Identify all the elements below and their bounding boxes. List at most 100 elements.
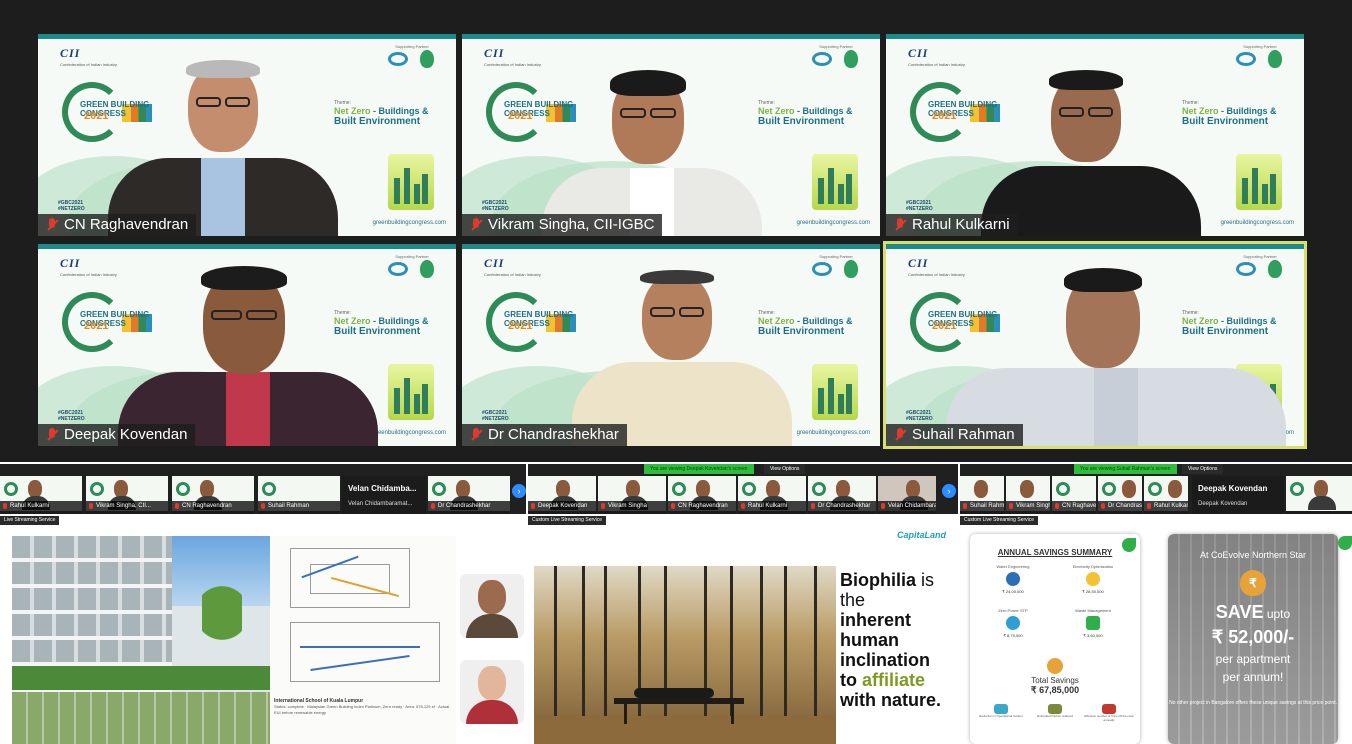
screen-share-panel-3: You are viewing Suhail Rahman's screen V…: [960, 464, 1352, 744]
leaf-icon: [1338, 536, 1352, 550]
thumbnail[interactable]: Vikram Singha: [598, 476, 666, 514]
live-streaming-menu[interactable]: Custom Live Streaming Service: [528, 516, 607, 525]
thumbnail[interactable]: Vikram Singha, CII...: [86, 476, 168, 514]
participant-name-label: Dr Chandrashekhar: [462, 424, 627, 446]
thumbnail-name: CN Raghavendran: [668, 501, 736, 511]
avatar: [478, 580, 506, 614]
thumbnail[interactable]: Rahul Kulkarni: [1144, 476, 1188, 514]
thumbnail[interactable]: Vikram Singha: [1006, 476, 1050, 514]
thumbnail[interactable]: Dr Chandrashekhar: [428, 476, 510, 514]
savings-label: Waste Management: [1075, 608, 1111, 613]
thumbnail[interactable]: Rahul Kulkarni: [738, 476, 806, 514]
igbc-logo-icon: [844, 50, 858, 68]
video-tile-suhail-rahman[interactable]: CII Confederation of Indian Industry Sup…: [883, 241, 1307, 449]
hashtags: #GBC2021 #NETZERO: [906, 200, 933, 212]
video-tile-dr-chandrashekhar[interactable]: CII Confederation of Indian Industry Sup…: [462, 244, 880, 446]
theme-net-zero: Net Zero: [334, 106, 371, 116]
gbc-logo: GREEN BUILDING CONGRESS 2021: [910, 78, 1000, 146]
active-speaker-name[interactable]: Velan Chidamba... Velan Chidambaramat...: [342, 476, 426, 514]
theme-net-zero: Net Zero: [758, 106, 795, 116]
presenter-video-pip[interactable]: [460, 660, 524, 724]
view-options-button[interactable]: View Options: [1182, 464, 1224, 474]
partner-label: Supporting Partner: [1243, 254, 1277, 259]
theme-built-environment: Built Environment: [334, 116, 421, 127]
hashtag: #NETZERO: [482, 206, 509, 212]
live-streaming-menu[interactable]: Custom Live Streaming Service: [960, 516, 1039, 525]
participant-name: CN Raghavendran: [64, 216, 189, 233]
avatar: [642, 274, 712, 360]
impact-label: Effective number of Cars off the road an…: [1084, 714, 1134, 722]
cii-logo: CII: [484, 256, 505, 270]
impact-label: Embodied Carbon reduced: [1037, 714, 1073, 718]
participant-name: Dr Chandrashekhar: [488, 426, 619, 443]
wgbc-logo-icon: [388, 262, 408, 276]
gbc-logo-icon: [432, 482, 446, 496]
thumbnail[interactable]: CN Raghavendran: [668, 476, 736, 514]
savings-summary-card: ANNUAL SAVINGS SUMMARY Water Engineering…: [970, 534, 1140, 744]
thumbnail-strip: Rahul Kulkarni Vikram Singha, CII... CN …: [0, 464, 526, 514]
speaker-name-text: Velan Chidamba...: [348, 484, 417, 493]
theme-built-environment: Built Environment: [1182, 116, 1269, 127]
partner-logos: Supporting Partner: [806, 44, 866, 74]
promo-upto: upto: [1263, 607, 1291, 621]
theme-net-zero: Net Zero: [1182, 316, 1219, 326]
participant-name-label: Rahul Kulkarni: [886, 214, 1018, 236]
thumbnail[interactable]: CN Raghavendran: [1052, 476, 1096, 514]
partner-logos: Supporting Partner: [1230, 44, 1290, 74]
partner-label: Supporting Partner: [1243, 44, 1277, 49]
promo-fine-print: No other project in Bangalore offers the…: [1169, 700, 1337, 706]
theme-text: Theme: Net Zero - Buildings & Built Envi…: [334, 310, 446, 337]
cii-subtitle: Confederation of Indian Industry: [60, 272, 117, 277]
quote-word: with nature.: [840, 690, 942, 710]
cloud-icon: [994, 704, 1008, 714]
view-options-button[interactable]: View Options: [764, 464, 806, 474]
promo-card: At CoEvolve Northern Star ₹ SAVE upto ₹ …: [1168, 534, 1338, 744]
thumbnail-name: Dr Chandrashekhar: [808, 501, 876, 511]
gbc-year: 2021: [84, 110, 109, 122]
thumbnail[interactable]: Dr Chandrashekhar: [1098, 476, 1142, 514]
wgbc-logo-icon: [812, 262, 832, 276]
avatar: [1168, 480, 1182, 498]
thumbnail[interactable]: Rahul Kulkarni: [0, 476, 82, 514]
video-tile-deepak-kovendan[interactable]: CII Confederation of Indian Industry Sup…: [38, 244, 456, 446]
video-tile-cn-raghavendran[interactable]: CII Confederation of Indian Industry Sup…: [38, 34, 456, 236]
savings-label: Electricity Optimization: [1072, 564, 1114, 569]
website-text: greenbuildingcongress.com: [796, 220, 870, 226]
zoom-meeting-window: CII Confederation of Indian Industry Sup…: [0, 0, 1352, 744]
theme-text: Theme: Net Zero - Buildings & Built Envi…: [1182, 310, 1294, 337]
next-page-arrow-icon[interactable]: ›: [942, 484, 956, 498]
participant-name: Deepak Kovendan: [64, 426, 188, 443]
thumbnail-name: Vikram Singha, CII...: [86, 501, 168, 511]
theme-buildings: - Buildings &: [1218, 316, 1277, 326]
live-streaming-menu[interactable]: Live Streaming Service: [0, 516, 60, 525]
thumbnail[interactable]: Suhail Rahman: [960, 476, 1004, 514]
thumbnail[interactable]: Suhail Rahman: [258, 476, 340, 514]
capitaland-logo: CapitaLand: [896, 530, 946, 540]
theme-net-zero: Net Zero: [334, 316, 371, 326]
total-value: ₹ 67,85,000: [1030, 685, 1080, 695]
thumbnail[interactable]: Velan Chidambaram: [878, 476, 936, 514]
thumbnail[interactable]: CN Raghavendran: [172, 476, 254, 514]
gbc-year: 2021: [932, 320, 957, 332]
thumbnail[interactable]: [1286, 476, 1352, 514]
next-page-arrow-icon[interactable]: ›: [512, 484, 526, 498]
hashtag: #NETZERO: [906, 206, 933, 212]
savings-value: ₹ 8,75,000: [1003, 633, 1023, 638]
gbc-logo-icon: [1056, 482, 1070, 496]
gbc-logo: GREEN BUILDING CONGRESS 2021: [486, 78, 576, 146]
wgbc-logo-icon: [1236, 52, 1256, 66]
theme-buildings: - Buildings &: [1218, 106, 1277, 116]
gbc-logo-icon: [4, 482, 18, 496]
promo-amount: ₹ 52,000/-: [1211, 627, 1295, 647]
presenter-video-pip[interactable]: [460, 574, 524, 638]
thumbnail[interactable]: Dr Chandrashekhar: [808, 476, 876, 514]
active-speaker-name[interactable]: Deepak Kovendan Deepak Kovendan: [1192, 476, 1284, 514]
screen-share-panel-1: Rahul Kulkarni Vikram Singha, CII... CN …: [0, 464, 526, 744]
theme-buildings: - Buildings &: [370, 106, 429, 116]
video-tile-vikram-singha[interactable]: CII Confederation of Indian Industry Sup…: [462, 34, 880, 236]
impact-item: Reduction in Operational Carbon: [976, 704, 1026, 718]
thumbnail[interactable]: Deepak Kovendan: [528, 476, 596, 514]
video-tile-rahul-kulkarni[interactable]: CII Confederation of Indian Industry Sup…: [886, 34, 1304, 236]
hashtag: #NETZERO: [58, 206, 85, 212]
viewing-banner: You are viewing Deepak Kovendan's screen: [644, 464, 754, 474]
